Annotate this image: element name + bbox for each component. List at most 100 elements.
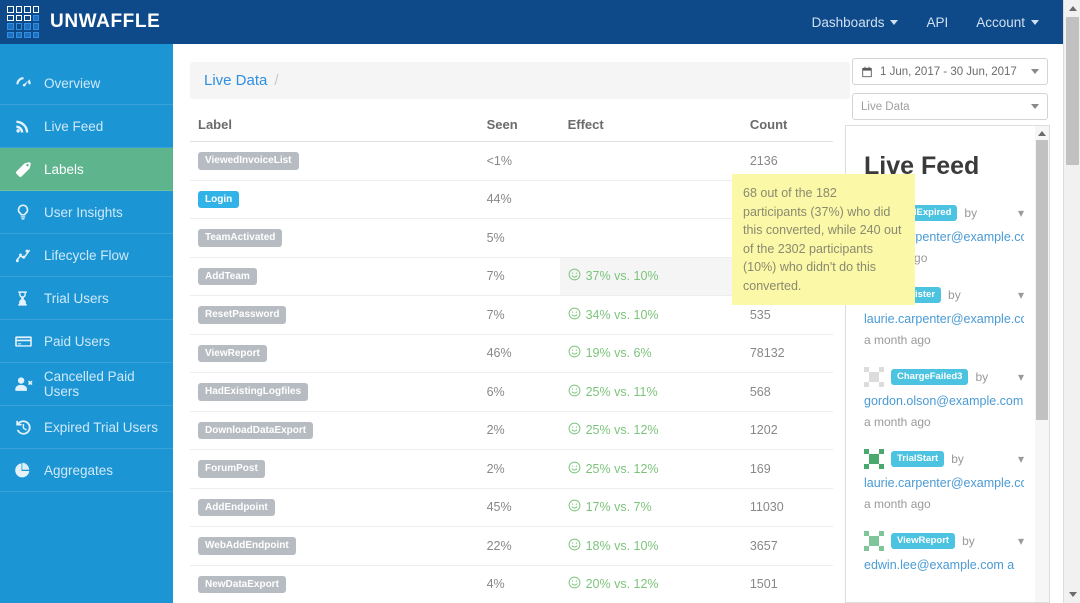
content-column: Live Data / Label Seen Effect Count Viewe… (190, 62, 850, 603)
chevron-down-icon[interactable]: ▾ (1018, 534, 1024, 548)
date-range-picker[interactable]: 1 Jun, 2017 - 30 Jun, 2017 (852, 58, 1048, 85)
feed-user-email[interactable]: laurie.carpenter@example.com (864, 312, 1024, 326)
nav-api[interactable]: API (912, 3, 962, 42)
date-range-value: 1 Jun, 2017 - 30 Jun, 2017 (880, 65, 1017, 78)
seen-cell: 44% (478, 180, 560, 219)
label-tag[interactable]: DownloadDataExport (198, 421, 314, 439)
sidebar-item-cancelled-paid-users[interactable]: Cancelled Paid Users (0, 363, 173, 406)
seen-cell: 5% (478, 218, 560, 258)
live-feed-scrollbar[interactable] (1035, 126, 1049, 602)
effect-cell (559, 218, 742, 258)
sidebar-item-paid-users[interactable]: Paid Users (0, 320, 173, 363)
page-scroll-thumb[interactable] (1066, 17, 1079, 165)
breadcrumb: Live Data / (190, 62, 850, 99)
feed-user-email[interactable]: gordon.olson@example.com (864, 394, 1024, 408)
seen-cell: 2% (478, 449, 560, 489)
smiley-icon (568, 538, 581, 554)
sidebar-item-label: Labels (44, 161, 84, 177)
label-tag[interactable]: ForumPost (198, 460, 265, 478)
seen-cell: 4% (478, 565, 560, 603)
avatar (864, 531, 884, 551)
table-row[interactable]: HadExistingLogfiles 6% 25% vs. 11% 568 (190, 372, 833, 412)
nav-account[interactable]: Account (962, 3, 1053, 42)
chevron-down-icon (890, 19, 899, 25)
effect-cell: 20% vs. 12% (559, 565, 742, 603)
sidebar: Overview Live Feed Labels User Insights … (0, 44, 173, 603)
scroll-up-icon[interactable] (1035, 126, 1049, 140)
sidebar-item-aggregates[interactable]: Aggregates (0, 449, 173, 492)
table-row[interactable]: AddEndpoint 45% 17% vs. 7% 11030 (190, 488, 833, 527)
column-header-label[interactable]: Label (190, 117, 479, 142)
live-feed-scroll-thumb[interactable] (1036, 140, 1048, 420)
label-tag[interactable]: HadExistingLogfiles (198, 383, 309, 401)
chevron-down-icon[interactable]: ▾ (1018, 288, 1024, 302)
sidebar-item-label: User Insights (44, 204, 123, 220)
page-scrollbar[interactable] (1063, 0, 1080, 603)
table-row[interactable]: DownloadDataExport 2% 25% vs. 12% 1202 (190, 411, 833, 450)
column-header-seen[interactable]: Seen (478, 117, 560, 142)
label-tag[interactable]: ViewedInvoiceList (198, 152, 299, 170)
column-header-count[interactable]: Count (741, 117, 833, 142)
effect-cell: 18% vs. 10% (559, 526, 742, 566)
seen-cell: 22% (478, 526, 560, 566)
label-tag[interactable]: AddTeam (198, 267, 257, 285)
seen-cell: 7% (478, 257, 560, 296)
table-row[interactable]: ForumPost 2% 25% vs. 12% 169 (190, 449, 833, 489)
chevron-down-icon[interactable]: ▾ (1018, 452, 1024, 466)
chevron-down-icon[interactable]: ▾ (1018, 370, 1024, 384)
feed-user-email[interactable]: edwin.lee@example.com a (864, 558, 1024, 572)
sidebar-item-overview[interactable]: Overview (0, 62, 173, 105)
sidebar-item-user-insights[interactable]: User Insights (0, 191, 173, 234)
feed-event-tag[interactable]: TrialStart (891, 450, 945, 468)
user-times-icon (14, 375, 44, 394)
label-cell: ViewedInvoiceList (190, 141, 479, 181)
label-tag[interactable]: WebAddEndpoint (198, 537, 296, 555)
top-nav-links: Dashboards API Account (798, 3, 1063, 42)
label-cell: WebAddEndpoint (190, 526, 479, 566)
live-feed-item[interactable]: ViewReport by ▾ edwin.lee@example.com a (864, 531, 1024, 572)
dataset-select[interactable]: Live Data (852, 93, 1048, 120)
label-tag[interactable]: TeamActivated (198, 229, 283, 247)
label-tag[interactable]: NewDataExport (198, 575, 286, 593)
label-tag[interactable]: AddEndpoint (198, 498, 275, 516)
sidebar-item-label: Cancelled Paid Users (43, 369, 135, 399)
brand-logo[interactable]: UNWAFFLE (0, 6, 160, 38)
effect-value: 34% vs. 10% (568, 307, 659, 323)
feed-event-tag[interactable]: ViewReport (891, 532, 956, 550)
table-row[interactable]: WebAddEndpoint 22% 18% vs. 10% 3657 (190, 526, 833, 566)
count-cell: 78132 (741, 334, 833, 373)
count-cell: 11030 (741, 488, 833, 527)
live-feed-item[interactable]: TrialStart by ▾ laurie.carpenter@example.co… (864, 449, 1024, 511)
live-feed-item[interactable]: ChargeFailed3 by ▾ gordon.olson@example.com… (864, 367, 1024, 429)
sidebar-item-live-feed[interactable]: Live Feed (0, 105, 173, 148)
smiley-icon (568, 384, 581, 400)
chevron-down-icon[interactable]: ▾ (1018, 206, 1024, 220)
page-scroll-down-icon[interactable] (1064, 586, 1080, 603)
sidebar-item-expired-trial-users[interactable]: Expired Trial Users (0, 406, 173, 449)
label-tag[interactable]: Login (198, 190, 240, 208)
nav-dashboards[interactable]: Dashboards (798, 3, 913, 42)
sidebar-item-label: Live Feed (44, 118, 104, 134)
feed-user-email[interactable]: laurie.carpenter@example.com (864, 476, 1024, 490)
feed-timestamp: a month ago (864, 333, 931, 347)
sidebar-item-label: Aggregates (44, 462, 114, 478)
effect-value: 25% vs. 12% (568, 422, 659, 438)
smiley-icon (568, 499, 581, 515)
sidebar-item-trial-users[interactable]: Trial Users (0, 277, 173, 320)
feed-event-tag[interactable]: ChargeFailed3 (891, 368, 969, 386)
chevron-down-icon (1031, 69, 1039, 74)
smiley-icon (568, 307, 581, 323)
page-scroll-up-icon[interactable] (1064, 0, 1080, 17)
column-header-effect[interactable]: Effect (559, 117, 742, 142)
label-tag[interactable]: ViewReport (198, 344, 267, 362)
feed-item-header: ChargeFailed3 by ▾ (864, 367, 1024, 387)
sidebar-item-label: Overview (44, 75, 101, 91)
breadcrumb-live-data[interactable]: Live Data (204, 72, 267, 89)
sidebar-item-label: Trial Users (44, 290, 109, 306)
sidebar-item-labels[interactable]: Labels (0, 148, 173, 191)
table-row[interactable]: ViewReport 46% 19% vs. 6% 78132 (190, 334, 833, 373)
feed-by-label: by (962, 534, 975, 548)
sidebar-item-lifecycle-flow[interactable]: Lifecycle Flow (0, 234, 173, 277)
table-row[interactable]: NewDataExport 4% 20% vs. 12% 1501 (190, 565, 833, 603)
label-tag[interactable]: ResetPassword (198, 306, 287, 324)
